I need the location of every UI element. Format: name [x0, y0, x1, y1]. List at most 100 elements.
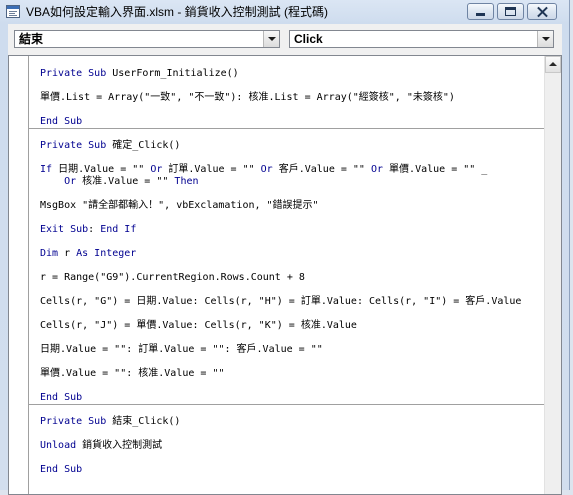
code-line[interactable]: Private Sub 確定_Click(): [29, 140, 544, 152]
code-line[interactable]: Dim r As Integer: [29, 248, 544, 260]
code-line[interactable]: End Sub: [29, 464, 544, 476]
code-keyword: If: [40, 164, 53, 175]
code-line-blank[interactable]: [29, 152, 544, 164]
code-line[interactable]: Cells(r, "J") = 單價.Value: Cells(r, "K") …: [29, 320, 544, 332]
code-line[interactable]: 單價.Value = "": 核准.Value = "": [29, 368, 544, 380]
code-text: 結束_Click(): [106, 416, 181, 427]
minimize-button[interactable]: [467, 3, 494, 20]
title-bar[interactable]: VBA如何設定輸入界面.xlsm - 銷貨收入控制測試 (程式碼): [0, 0, 569, 24]
maximize-icon: [505, 7, 516, 16]
code-line[interactable]: 日期.Value = "": 訂單.Value = "": 客戶.Value =…: [29, 344, 544, 356]
code-keyword: Dim: [40, 248, 59, 259]
code-text: 確定_Click(): [106, 140, 181, 151]
procedure-dropdown[interactable]: Click: [289, 30, 554, 48]
procedure-separator: [29, 128, 544, 129]
code-keyword: Private Sub: [40, 416, 107, 427]
code-keyword: Or: [64, 176, 77, 187]
code-line-blank[interactable]: [29, 356, 544, 368]
scroll-up-arrow-icon: [549, 62, 557, 66]
code-line-blank[interactable]: [29, 380, 544, 392]
code-text: r: [58, 248, 77, 259]
code-text: 單價.Value = "" _: [383, 164, 488, 175]
close-button[interactable]: [527, 3, 557, 20]
window-title: VBA如何設定輸入界面.xlsm - 銷貨收入控制測試 (程式碼): [26, 5, 328, 19]
code-keyword: End Sub: [40, 392, 83, 403]
code-keyword: End Sub: [40, 116, 83, 127]
procedure-block: Private Sub 確定_Click() If 日期.Value = "" O…: [29, 128, 544, 404]
object-dropdown-value: 結束: [19, 32, 44, 46]
code-line[interactable]: 單價.List = Array("一致", "不一致"): 核准.List = …: [29, 92, 544, 104]
code-line[interactable]: End Sub: [29, 392, 544, 404]
code-line-blank[interactable]: [29, 284, 544, 296]
code-text: Cells(r, "J") = 單價.Value: Cells(r, "K") …: [40, 320, 357, 331]
code-text: 客戶.Value = "": [272, 164, 371, 175]
maximize-button[interactable]: [497, 3, 524, 20]
code-line-blank[interactable]: [29, 452, 544, 464]
code-line-blank[interactable]: [29, 128, 544, 140]
code-window: VBA如何設定輸入界面.xlsm - 銷貨收入控制測試 (程式碼) 結束 Cli…: [0, 0, 570, 495]
code-window-icon[interactable]: [6, 5, 20, 18]
icon-line: [9, 15, 17, 16]
code-text: 日期.Value = "": [52, 164, 151, 175]
code-keyword: Exit Sub: [40, 224, 89, 235]
code-line-blank[interactable]: [29, 428, 544, 440]
code-keyword: Private Sub: [40, 68, 107, 79]
code-line[interactable]: If 日期.Value = "" Or 訂單.Value = "" Or 客戶.…: [29, 164, 544, 176]
code-text: :: [88, 224, 101, 235]
code-keyword: Or: [150, 164, 163, 175]
code-text: Cells(r, "G") = 日期.Value: Cells(r, "H") …: [40, 296, 522, 307]
code-line[interactable]: Exit Sub: End If: [29, 224, 544, 236]
code-line-blank[interactable]: [29, 188, 544, 200]
code-line[interactable]: r = Range("G9").CurrentRegion.Rows.Count…: [29, 272, 544, 284]
icon-header-strip: [7, 6, 19, 9]
margin-indicator-bar[interactable]: [9, 56, 29, 494]
code-text: r = Range("G9").CurrentRegion.Rows.Count…: [40, 272, 305, 283]
code-keyword: Then: [174, 176, 199, 187]
code-keyword: Private Sub: [40, 140, 107, 151]
code-keyword: End If: [100, 224, 137, 235]
code-line[interactable]: Private Sub 結束_Click(): [29, 416, 544, 428]
code-text: 銷貨收入控制測試: [76, 440, 163, 451]
code-line[interactable]: Unload 銷貨收入控制測試: [29, 440, 544, 452]
code-line[interactable]: Cells(r, "G") = 日期.Value: Cells(r, "H") …: [29, 296, 544, 308]
icon-line: [9, 11, 17, 12]
code-keyword: Unload: [40, 440, 77, 451]
procedure-dropdown-value: Click: [294, 32, 323, 46]
code-editor[interactable]: Private Sub UserForm_Initialize() 單價.List…: [29, 56, 544, 494]
procedure-separator: [29, 404, 544, 405]
code-line-blank[interactable]: [29, 260, 544, 272]
code-text: 單價.Value = "": 核准.Value = "": [40, 368, 225, 379]
procedure-dropdown-arrow-button[interactable]: [537, 31, 553, 47]
code-line-blank[interactable]: [29, 404, 544, 416]
code-text: MsgBox "請全部都輸入！", vbExclamation, "錯誤提示": [40, 200, 319, 211]
code-line[interactable]: End Sub: [29, 116, 544, 128]
code-line[interactable]: MsgBox "請全部都輸入！", vbExclamation, "錯誤提示": [29, 200, 544, 212]
code-text: 日期.Value = "": 訂單.Value = "": 客戶.Value =…: [40, 344, 323, 355]
code-keyword: As Integer: [76, 248, 137, 259]
code-keyword: Or: [370, 164, 384, 175]
icon-line: [9, 13, 15, 14]
code-line-blank[interactable]: [29, 332, 544, 344]
vertical-scrollbar[interactable]: [544, 56, 561, 494]
code-pane[interactable]: Private Sub UserForm_Initialize() 單價.List…: [8, 55, 562, 495]
scroll-up-button[interactable]: [545, 56, 561, 73]
procedure-block: Private Sub 結束_Click() Unload 銷貨收入控制測試 End…: [29, 404, 544, 476]
code-text: 核准.Value = "": [76, 176, 175, 187]
minimize-icon: [476, 13, 485, 16]
code-line[interactable]: Private Sub UserForm_Initialize(): [29, 68, 544, 80]
code-keyword: Or: [260, 164, 273, 175]
code-keyword: End Sub: [40, 464, 83, 475]
dropdown-arrow-icon: [268, 37, 276, 41]
object-dropdown-arrow-button[interactable]: [263, 31, 279, 47]
code-line-blank[interactable]: [29, 308, 544, 320]
code-line[interactable]: Or 核准.Value = "" Then: [29, 176, 544, 188]
code-window-client: 結束 Click Private Sub UserForm_Initialize…: [8, 24, 562, 495]
object-dropdown[interactable]: 結束: [14, 30, 280, 48]
code-text: 訂單.Value = "": [162, 164, 261, 175]
code-text: UserForm_Initialize(): [106, 68, 239, 79]
code-line-blank[interactable]: [29, 80, 544, 92]
code-line-blank[interactable]: [29, 236, 544, 248]
code-line-blank[interactable]: [29, 212, 544, 224]
code-line-blank[interactable]: [29, 104, 544, 116]
